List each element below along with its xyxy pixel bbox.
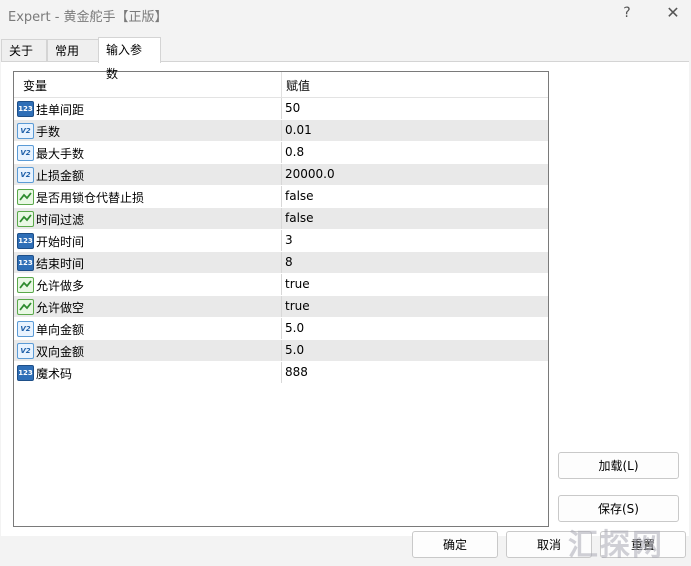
boolean-icon — [17, 189, 34, 205]
table-row[interactable]: 123 挂单间距 50 — [14, 98, 548, 120]
parameter-name: 魔术码 — [36, 367, 73, 381]
cell-divider — [281, 120, 282, 141]
parameter-value[interactable]: false — [285, 189, 314, 203]
cell-divider — [281, 142, 282, 163]
integer-icon: 123 — [17, 365, 34, 381]
parameter-value[interactable]: true — [285, 299, 310, 313]
parameter-name: 结束时间 — [36, 257, 85, 271]
cell-divider — [281, 208, 282, 229]
cell-divider — [281, 230, 282, 251]
parameter-value[interactable]: 5.0 — [285, 343, 304, 357]
double-icon: V2 — [17, 167, 34, 183]
cell-divider — [281, 186, 282, 207]
table-row[interactable]: 123 结束时间 8 — [14, 252, 548, 274]
help-button[interactable]: ? — [612, 3, 642, 23]
table-row[interactable]: 123 开始时间 3 — [14, 230, 548, 252]
parameter-name: 止损金额 — [36, 169, 85, 183]
table-row[interactable]: V2 手数 0.01 — [14, 120, 548, 142]
double-icon: V2 — [17, 343, 34, 359]
tab-about[interactable]: 关于 — [1, 39, 47, 62]
boolean-icon — [17, 299, 34, 315]
reset-button[interactable]: 重置 — [600, 531, 686, 558]
parameter-value[interactable]: 5.0 — [285, 321, 304, 335]
parameter-value[interactable]: 50 — [285, 101, 300, 115]
double-icon: V2 — [17, 123, 34, 139]
table-body: 123 挂单间距 50 V2 手数 0.01 V2 最大手数 0.8 V2 止损金额 20000.0 是… — [14, 98, 548, 384]
parameter-value[interactable]: true — [285, 277, 310, 291]
table-row[interactable]: V2 止损金额 20000.0 — [14, 164, 548, 186]
boolean-icon — [17, 277, 34, 293]
parameter-value[interactable]: 8 — [285, 255, 293, 269]
table-row[interactable]: 允许做空 true — [14, 296, 548, 318]
integer-icon: 123 — [17, 233, 34, 249]
parameter-name: 手数 — [36, 125, 61, 139]
title-bar: Expert - 黄金舵手【正版】 ? ✕ — [0, 0, 691, 27]
cell-divider — [281, 164, 282, 185]
parameters-table: 变量 赋值 123 挂单间距 50 V2 手数 0.01 V2 最大手数 0.8 V2 止损金额 20… — [13, 71, 549, 527]
table-row[interactable]: 允许做多 true — [14, 274, 548, 296]
cancel-button[interactable]: 取消 — [506, 531, 592, 558]
boolean-icon — [17, 211, 34, 227]
tab-input-parameters[interactable]: 输入参数 — [98, 37, 161, 81]
cell-divider — [281, 274, 282, 295]
double-icon: V2 — [17, 321, 34, 337]
table-row[interactable]: V2 双向金额 5.0 — [14, 340, 548, 362]
integer-icon: 123 — [17, 101, 34, 117]
table-row[interactable]: V2 单向金额 5.0 — [14, 318, 548, 340]
load-button[interactable]: 加载(L) — [558, 452, 679, 479]
parameter-name: 允许做多 — [36, 279, 85, 293]
window-title: Expert - 黄金舵手【正版】 — [8, 10, 168, 25]
parameter-name: 开始时间 — [36, 235, 85, 249]
parameter-name: 双向金额 — [36, 345, 85, 359]
parameter-value[interactable]: 888 — [285, 365, 308, 379]
parameter-value[interactable]: 0.01 — [285, 123, 312, 137]
double-icon: V2 — [17, 145, 34, 161]
parameter-name: 最大手数 — [36, 147, 85, 161]
cell-divider — [281, 362, 282, 383]
save-button[interactable]: 保存(S) — [558, 495, 679, 522]
parameter-name: 是否用锁仓代替止损 — [36, 191, 145, 205]
parameter-value[interactable]: 3 — [285, 233, 293, 247]
close-button[interactable]: ✕ — [658, 3, 688, 23]
column-header-value[interactable]: 赋值 — [286, 77, 310, 94]
cell-divider — [281, 340, 282, 361]
table-row[interactable]: 是否用锁仓代替止损 false — [14, 186, 548, 208]
column-divider[interactable] — [281, 72, 282, 97]
parameter-value[interactable]: 20000.0 — [285, 167, 335, 181]
table-row[interactable]: 时间过滤 false — [14, 208, 548, 230]
tab-common[interactable]: 常用 — [47, 39, 99, 62]
cell-divider — [281, 318, 282, 339]
parameter-name: 单向金额 — [36, 323, 85, 337]
cell-divider — [281, 98, 282, 119]
cell-divider — [281, 252, 282, 273]
ok-button[interactable]: 确定 — [412, 531, 498, 558]
parameter-name: 允许做空 — [36, 301, 85, 315]
parameter-name: 挂单间距 — [36, 103, 85, 117]
table-header: 变量 赋值 — [14, 72, 548, 98]
table-row[interactable]: V2 最大手数 0.8 — [14, 142, 548, 164]
parameter-value[interactable]: 0.8 — [285, 145, 304, 159]
column-header-variable[interactable]: 变量 — [23, 77, 47, 94]
table-row[interactable]: 123 魔术码 888 — [14, 362, 548, 384]
parameter-value[interactable]: false — [285, 211, 314, 225]
integer-icon: 123 — [17, 255, 34, 271]
parameter-name: 时间过滤 — [36, 213, 85, 227]
cell-divider — [281, 296, 282, 317]
